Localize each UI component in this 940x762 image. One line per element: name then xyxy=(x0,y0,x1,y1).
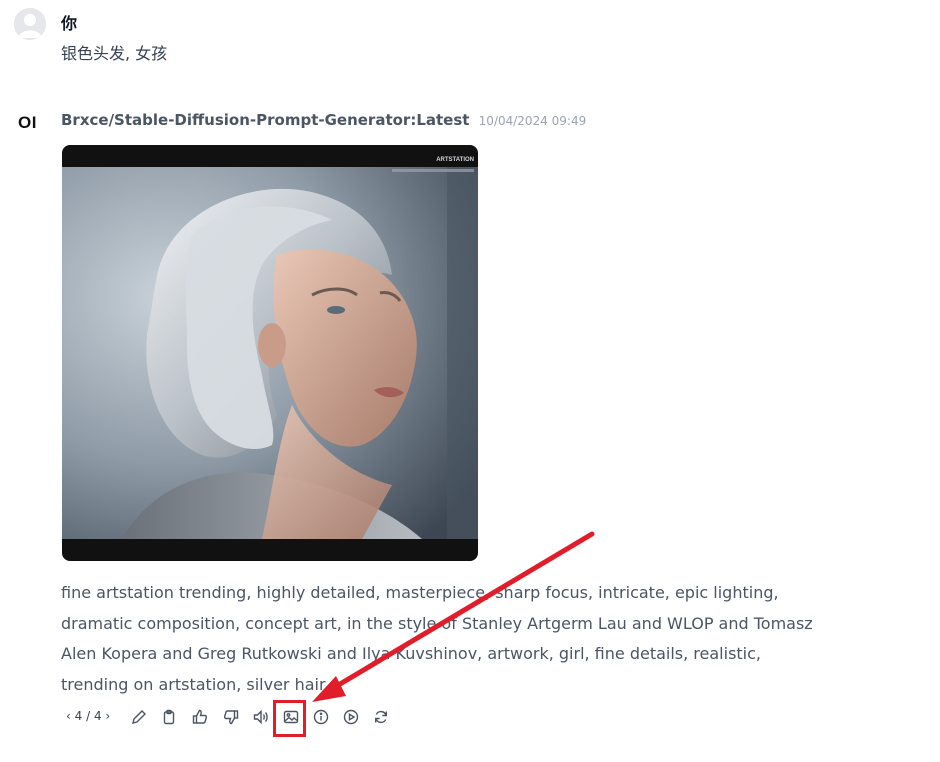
pager-count: 4 / 4 xyxy=(74,709,102,723)
image-watermark: ARTSTATION xyxy=(436,157,474,163)
user-avatar-icon xyxy=(14,8,46,40)
model-header: Brxce/Stable-Diffusion-Prompt-Generator:… xyxy=(61,111,586,129)
regenerate-button[interactable] xyxy=(370,706,392,728)
read-aloud-button[interactable] xyxy=(250,706,272,728)
chevron-right-icon[interactable]: › xyxy=(105,709,110,723)
info-button[interactable] xyxy=(310,706,332,728)
annotation-highlight-box xyxy=(273,700,306,737)
edit-icon xyxy=(132,710,146,724)
regenerate-icon xyxy=(375,710,387,724)
play-icon xyxy=(343,709,359,725)
thumbs-up-button[interactable] xyxy=(189,706,211,728)
thumbs-down-button[interactable] xyxy=(220,706,242,728)
user-sender-name: 你 xyxy=(61,14,78,33)
prompt-text: fine artstation trending, highly detaile… xyxy=(61,583,813,694)
model-name: Brxce/Stable-Diffusion-Prompt-Generator:… xyxy=(61,111,470,129)
speaker-icon xyxy=(253,709,268,725)
generated-image[interactable]: ARTSTATION xyxy=(62,145,478,561)
model-logo: OI xyxy=(18,113,37,132)
response-pager: ‹ 4 / 4 › xyxy=(66,709,110,723)
edit-button[interactable] xyxy=(128,706,150,728)
info-icon xyxy=(313,709,329,725)
user-message-text: 银色头发, 女孩 xyxy=(61,44,168,63)
user-avatar xyxy=(14,8,46,40)
continue-button[interactable] xyxy=(340,706,362,728)
copy-button[interactable] xyxy=(158,706,180,728)
thumbs-up-icon xyxy=(192,709,208,724)
chevron-left-icon[interactable]: ‹ xyxy=(66,709,71,723)
message-timestamp: 10/04/2024 09:49 xyxy=(478,114,587,128)
copy-icon xyxy=(163,709,175,725)
thumbs-down-icon xyxy=(223,710,239,725)
